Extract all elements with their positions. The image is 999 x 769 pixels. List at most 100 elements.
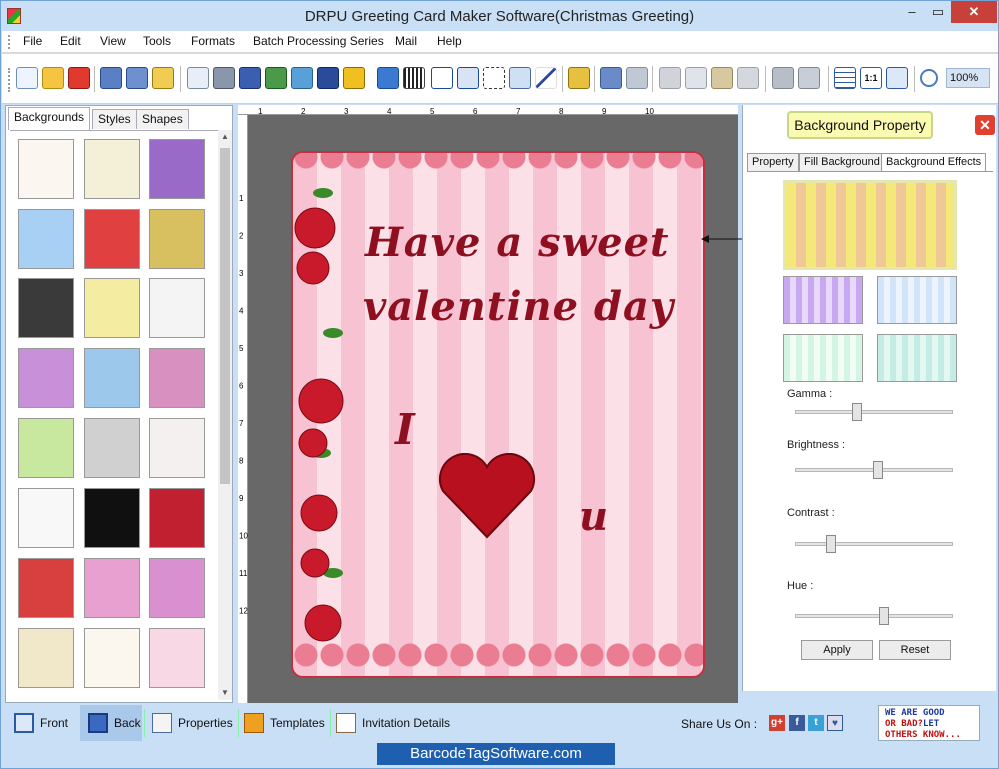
paste-icon[interactable] xyxy=(711,67,733,89)
shape-icon[interactable] xyxy=(343,67,365,89)
background-thumbnail[interactable] xyxy=(18,418,74,478)
text-style-icon[interactable] xyxy=(457,67,479,89)
greeting-card[interactable]: Have a sweet valentine day I u xyxy=(291,151,705,678)
database-icon[interactable] xyxy=(568,67,590,89)
mail-icon[interactable] xyxy=(509,67,531,89)
open-icon[interactable] xyxy=(42,67,64,89)
properties-button[interactable]: Properties xyxy=(144,705,238,741)
background-thumbnail[interactable] xyxy=(18,209,74,269)
contrast-slider-thumb[interactable] xyxy=(825,535,836,553)
background-thumbnail[interactable] xyxy=(149,348,205,408)
line-icon[interactable] xyxy=(535,67,557,89)
tab-background-effects[interactable]: Background Effects xyxy=(881,153,987,171)
tab-backgrounds[interactable]: Backgrounds xyxy=(8,107,91,130)
text-icon[interactable] xyxy=(431,67,453,89)
templates-button[interactable]: Templates xyxy=(236,705,330,741)
card-letter-u[interactable]: u xyxy=(579,493,609,540)
background-thumbnail[interactable] xyxy=(149,139,205,199)
scroll-up-icon[interactable]: ▲ xyxy=(218,130,232,144)
print-preview-icon[interactable] xyxy=(239,67,261,89)
back-button[interactable]: Back xyxy=(80,705,142,741)
background-thumbnail[interactable] xyxy=(84,348,140,408)
print-icon[interactable] xyxy=(213,67,235,89)
effect-swatch[interactable] xyxy=(877,334,957,382)
card-text-line-1[interactable]: Have a sweet xyxy=(365,219,670,266)
tab-fill-background[interactable]: Fill Background xyxy=(799,153,885,171)
scrollbar-thumb[interactable] xyxy=(220,148,230,484)
thumbnail-scrollbar[interactable]: ▲ ▼ xyxy=(218,130,232,700)
send-back-icon[interactable] xyxy=(798,67,820,89)
background-thumbnail[interactable] xyxy=(149,418,205,478)
website-badge[interactable]: BarcodeTagSoftware.com xyxy=(375,741,617,767)
feedback-banner[interactable]: WE ARE GOOD OR BAD?LET OTHERS KNOW... xyxy=(878,705,980,741)
wordart-icon[interactable] xyxy=(377,67,399,89)
background-thumbnail[interactable] xyxy=(149,488,205,548)
bring-front-icon[interactable] xyxy=(772,67,794,89)
background-thumbnail[interactable] xyxy=(84,488,140,548)
background-thumbnail[interactable] xyxy=(84,278,140,338)
hue-slider-thumb[interactable] xyxy=(878,607,889,625)
effect-swatch[interactable] xyxy=(877,276,957,324)
like-icon[interactable]: ♥ xyxy=(827,715,843,731)
background-thumbnail[interactable] xyxy=(18,278,74,338)
redo-icon[interactable] xyxy=(626,67,648,89)
gamma-slider[interactable] xyxy=(795,403,953,421)
menu-batch-processing[interactable]: Batch Processing Series xyxy=(253,34,384,48)
apply-button[interactable]: Apply xyxy=(801,640,873,660)
background-thumbnail[interactable] xyxy=(18,348,74,408)
export-icon[interactable] xyxy=(152,67,174,89)
menu-file[interactable]: File xyxy=(23,34,42,48)
background-thumbnail[interactable] xyxy=(84,139,140,199)
card-text-line-2[interactable]: valentine day xyxy=(363,283,674,330)
grid-icon[interactable] xyxy=(834,67,856,89)
card-letter-i[interactable]: I xyxy=(395,405,416,454)
background-thumbnail[interactable] xyxy=(18,488,74,548)
menu-formats[interactable]: Formats xyxy=(191,34,235,48)
scroll-down-icon[interactable]: ▼ xyxy=(218,686,232,700)
cut-icon[interactable] xyxy=(659,67,681,89)
close-window-button[interactable]: ✕ xyxy=(951,1,997,23)
actual-size-icon[interactable]: 1:1 xyxy=(860,67,882,89)
brightness-slider[interactable] xyxy=(795,461,953,479)
background-thumbnail[interactable] xyxy=(18,558,74,618)
close-panel-button[interactable]: ✕ xyxy=(975,115,995,135)
background-thumbnail[interactable] xyxy=(149,278,205,338)
tab-property[interactable]: Property xyxy=(747,153,799,171)
zoom-icon[interactable] xyxy=(920,69,938,87)
contrast-slider[interactable] xyxy=(795,535,953,553)
brightness-slider-thumb[interactable] xyxy=(872,461,883,479)
menu-view[interactable]: View xyxy=(100,34,126,48)
background-thumbnail[interactable] xyxy=(18,628,74,688)
menu-edit[interactable]: Edit xyxy=(60,34,81,48)
front-button[interactable]: Front xyxy=(6,705,78,741)
pencil-icon[interactable] xyxy=(317,67,339,89)
image-icon[interactable] xyxy=(291,67,313,89)
selected-background-preview[interactable] xyxy=(783,180,957,270)
background-thumbnail[interactable] xyxy=(84,558,140,618)
menu-mail[interactable]: Mail xyxy=(395,34,417,48)
background-thumbnail[interactable] xyxy=(84,418,140,478)
facebook-icon[interactable]: f xyxy=(789,715,805,731)
background-thumbnail[interactable] xyxy=(149,558,205,618)
menu-tools[interactable]: Tools xyxy=(143,34,171,48)
tab-shapes[interactable]: Shapes xyxy=(136,109,189,129)
gamma-slider-thumb[interactable] xyxy=(852,403,863,421)
fit-window-icon[interactable] xyxy=(886,67,908,89)
delete-icon[interactable] xyxy=(737,67,759,89)
background-thumbnail[interactable] xyxy=(84,209,140,269)
new-icon[interactable] xyxy=(16,67,38,89)
background-thumbnail[interactable] xyxy=(149,628,205,688)
close-file-icon[interactable] xyxy=(68,67,90,89)
zoom-level[interactable]: 100% xyxy=(946,68,990,88)
invitation-details-button[interactable]: Invitation Details xyxy=(328,705,458,741)
maximize-button[interactable]: ▭ xyxy=(925,1,951,23)
google-plus-icon[interactable]: g+ xyxy=(769,715,785,731)
save-icon[interactable] xyxy=(100,67,122,89)
background-thumbnail[interactable] xyxy=(18,139,74,199)
tab-styles[interactable]: Styles xyxy=(92,109,137,129)
rose-heart-image[interactable] xyxy=(437,453,537,541)
background-thumbnail[interactable] xyxy=(149,209,205,269)
menu-help[interactable]: Help xyxy=(437,34,462,48)
effect-swatch[interactable] xyxy=(783,334,863,382)
page-setup-icon[interactable] xyxy=(187,67,209,89)
